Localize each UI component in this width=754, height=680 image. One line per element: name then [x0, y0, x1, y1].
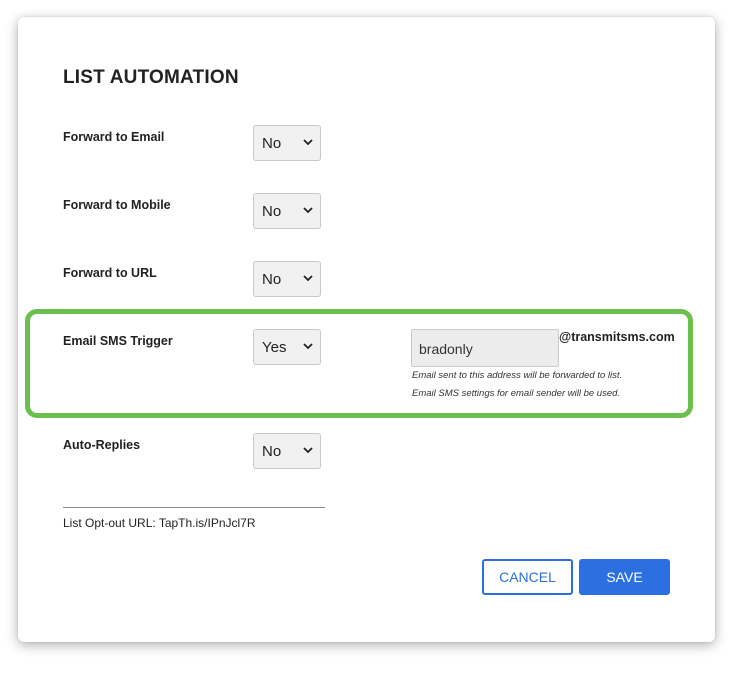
email-domain-suffix: @transmitsms.com — [559, 330, 675, 344]
chevron-down-icon — [303, 139, 313, 146]
auto-replies-select[interactable]: No — [253, 433, 321, 469]
select-value: No — [262, 271, 282, 288]
email-trigger-address-input[interactable]: bradonly — [411, 329, 559, 367]
forward-to-url-select[interactable]: No — [253, 261, 321, 297]
select-value: No — [262, 203, 282, 220]
list-automation-dialog: LIST AUTOMATION Forward to Email No Forw… — [18, 17, 715, 642]
divider — [63, 507, 325, 508]
chevron-down-icon — [303, 343, 313, 350]
email-sms-trigger-highlight — [25, 309, 693, 418]
select-value: No — [262, 443, 282, 460]
chevron-down-icon — [303, 275, 313, 282]
email-trigger-help-line-1: Email sent to this address will be forwa… — [412, 370, 623, 381]
select-value: No — [262, 135, 282, 152]
forward-to-mobile-label: Forward to Mobile — [63, 198, 171, 212]
forward-to-email-select[interactable]: No — [253, 125, 321, 161]
chevron-down-icon — [303, 207, 313, 214]
forward-to-url-label: Forward to URL — [63, 266, 157, 280]
save-button[interactable]: SAVE — [579, 559, 670, 595]
select-value: Yes — [262, 339, 287, 356]
cancel-button[interactable]: CANCEL — [482, 559, 573, 595]
opt-out-url: List Opt-out URL: TapTh.is/IPnJcl7R — [63, 516, 256, 530]
chevron-down-icon — [303, 447, 313, 454]
dialog-title: LIST AUTOMATION — [63, 67, 239, 88]
email-sms-trigger-label: Email SMS Trigger — [63, 334, 173, 348]
forward-to-email-label: Forward to Email — [63, 130, 165, 144]
email-sms-trigger-select[interactable]: Yes — [253, 329, 321, 365]
email-trigger-address-value: bradonly — [419, 341, 473, 357]
email-trigger-help-line-2: Email SMS settings for email sender will… — [412, 388, 621, 399]
auto-replies-label: Auto-Replies — [63, 438, 141, 452]
forward-to-mobile-select[interactable]: No — [253, 193, 321, 229]
